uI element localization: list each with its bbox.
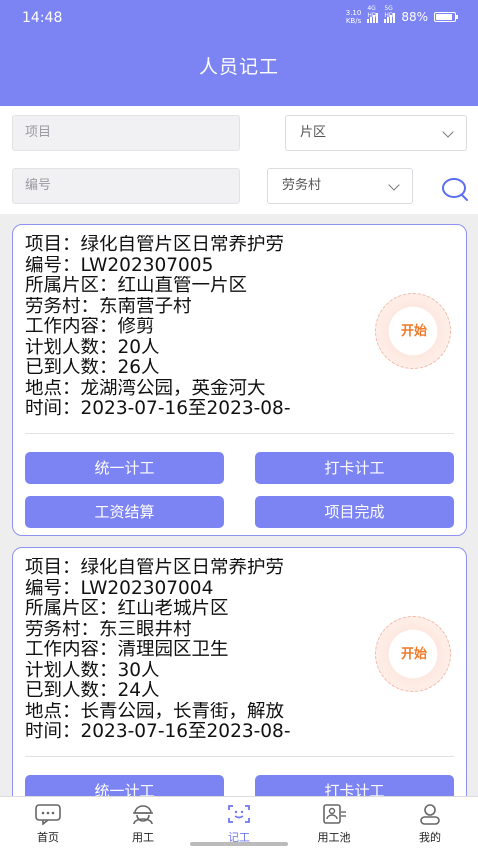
tab-employment[interactable]: 用工 [108,803,178,845]
status-indicators: 3.10 KB/s 4G HD 5G HD 88% [345,5,458,25]
app-header: 14:48 3.10 KB/s 4G HD 5G HD 88% 人员记工 [0,0,478,106]
time-range: 2023-07-16至2023-08- [80,399,291,419]
clockin-record-button[interactable]: 打卡计工 [255,452,454,484]
district-select[interactable]: 片区 [285,115,467,151]
tab-worker-pool[interactable]: 用工池 [299,803,369,845]
project-name: 绿化自管片区日常养护劳 [80,235,285,255]
filter-panel: 项目 片区 编号 劳务村 [0,106,478,214]
work-content: 修剪 [117,317,155,337]
start-button[interactable]: 开始 [375,293,451,369]
battery-icon [434,12,458,22]
network-speed: 3.10 KB/s [345,9,362,25]
tab-mine[interactable]: 我的 [395,803,465,845]
tab-record[interactable]: 记工 [204,803,274,845]
wage-settlement-button[interactable]: 工资结算 [25,496,224,528]
home-chat-icon [35,804,61,825]
district-value: 红山直管一片区 [117,276,248,296]
chevron-down-icon [442,126,454,138]
signal-4g-icon: 4G HD [367,5,379,23]
project-card: 项目：绿化自管片区日常养护劳 编号：LW202307004 所属片区：红山老城片… [12,547,467,817]
worker-helmet-icon [133,805,153,825]
card-info: 项目：绿化自管片区日常养护劳 编号：LW202307004 所属片区：红山老城片… [25,558,291,742]
people-list-icon [323,804,346,824]
home-indicator [190,842,288,846]
work-content: 清理园区卫生 [117,640,229,660]
arrived-count: 24人 [117,681,160,701]
scan-face-icon [228,805,250,823]
divider [25,756,454,757]
code-input[interactable]: 编号 [12,168,240,204]
location-value: 长青公园，长青街，解放 [80,701,285,722]
village-value: 东南营子村 [99,296,192,317]
time-range: 2023-07-16至2023-08- [80,722,291,742]
project-card: 项目：绿化自管片区日常养护劳 编号：LW202307005 所属片区：红山直管一… [12,224,467,536]
unified-record-button[interactable]: 统一计工 [25,452,224,484]
user-icon [420,804,440,825]
status-bar: 14:48 3.10 KB/s 4G HD 5G HD 88% [0,0,478,34]
project-code: LW202307004 [80,578,214,599]
tab-home[interactable]: 首页 [13,803,83,845]
chevron-down-icon [388,179,400,191]
planned-count: 30人 [117,660,160,681]
planned-count: 20人 [117,337,160,358]
district-value: 红山老城片区 [117,599,229,619]
village-value: 东三眼井村 [99,619,192,640]
card-info: 项目：绿化自管片区日常养护劳 编号：LW202307005 所属片区：红山直管一… [25,235,291,419]
search-icon[interactable] [440,174,470,204]
start-button[interactable]: 开始 [375,616,451,692]
project-complete-button[interactable]: 项目完成 [255,496,454,528]
project-input[interactable]: 项目 [12,115,240,151]
divider [25,433,454,434]
status-time: 14:48 [22,10,63,26]
signal-5g-icon: 5G HD [384,5,396,23]
village-select[interactable]: 劳务村 [267,168,413,204]
district-select-value: 片区 [300,125,327,140]
project-name: 绿化自管片区日常养护劳 [80,558,285,578]
location-value: 龙湖湾公园，英金河大 [80,378,266,399]
battery-percent: 88% [401,10,428,24]
page-title: 人员记工 [198,56,279,78]
arrived-count: 26人 [117,358,160,378]
village-select-value: 劳务村 [282,178,322,193]
project-code: LW202307005 [80,255,214,276]
